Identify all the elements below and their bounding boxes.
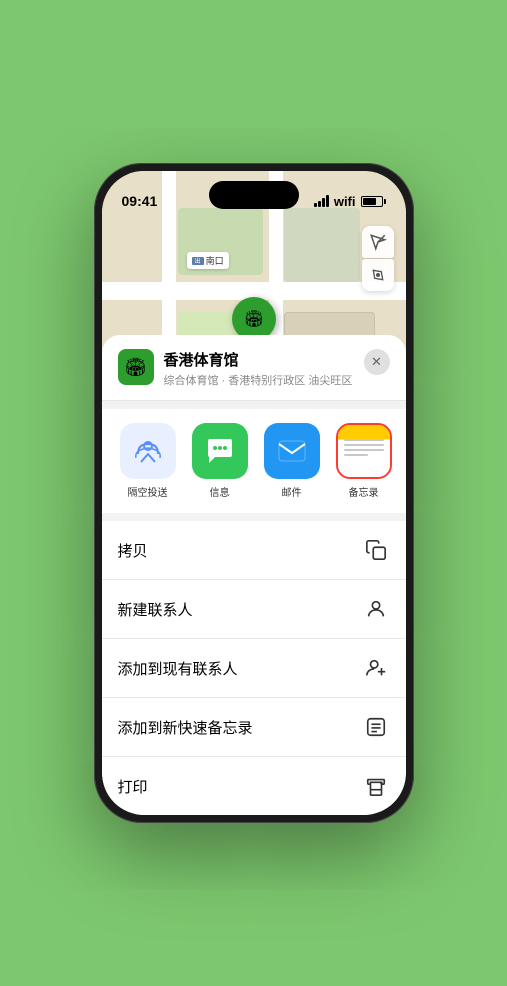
action-quick-note[interactable]: 添加到新快速备忘录 bbox=[102, 698, 406, 757]
add-existing-contact-icon bbox=[362, 654, 390, 682]
venue-info: 香港体育馆 综合体育馆 · 香港特别行政区 油尖旺区 bbox=[164, 349, 354, 388]
close-button[interactable]: ✕ bbox=[364, 349, 390, 375]
messages-label: 信息 bbox=[210, 484, 230, 499]
venue-name: 香港体育馆 bbox=[164, 349, 354, 370]
notes-icon-wrap bbox=[336, 423, 392, 479]
notes-line bbox=[344, 444, 384, 446]
signal-icon bbox=[314, 195, 329, 207]
notes-line bbox=[344, 454, 368, 456]
action-print-text: 打印 bbox=[118, 776, 148, 797]
map-entrance-label: 出 南口 bbox=[187, 252, 229, 269]
print-icon bbox=[362, 772, 390, 800]
venue-subtitle: 综合体育馆 · 香港特别行政区 油尖旺区 bbox=[164, 372, 354, 388]
battery-icon bbox=[361, 196, 386, 207]
action-print[interactable]: 打印 bbox=[102, 757, 406, 815]
notes-line bbox=[344, 439, 384, 441]
status-icons: wifi bbox=[314, 194, 386, 209]
mail-icon-wrap bbox=[264, 423, 320, 479]
map-type-button[interactable] bbox=[362, 226, 394, 258]
phone-screen: 09:41 wifi bbox=[102, 171, 406, 815]
action-new-contact-text: 新建联系人 bbox=[118, 599, 193, 620]
wifi-icon: wifi bbox=[334, 194, 356, 209]
phone-frame: 09:41 wifi bbox=[94, 163, 414, 823]
share-airdrop[interactable]: 隔空投送 bbox=[118, 423, 178, 499]
action-new-contact[interactable]: 新建联系人 bbox=[102, 580, 406, 639]
share-mail[interactable]: 邮件 bbox=[262, 423, 322, 499]
dynamic-island bbox=[209, 181, 299, 209]
action-copy-text: 拷贝 bbox=[118, 540, 148, 561]
notes-inner bbox=[338, 425, 390, 477]
location-button[interactable] bbox=[362, 259, 394, 291]
action-quick-note-text: 添加到新快速备忘录 bbox=[118, 717, 253, 738]
map-block bbox=[284, 208, 360, 282]
share-row: 隔空投送 信息 bbox=[102, 409, 406, 513]
notes-line bbox=[344, 449, 384, 451]
share-notes[interactable]: 备忘录 bbox=[334, 423, 394, 499]
airdrop-icon-wrap bbox=[120, 423, 176, 479]
copy-icon bbox=[362, 536, 390, 564]
venue-icon: 🏟 bbox=[118, 349, 154, 385]
pin-venue-icon: 🏟 bbox=[243, 309, 263, 329]
airdrop-label: 隔空投送 bbox=[128, 484, 168, 499]
venue-card: 🏟 香港体育馆 综合体育馆 · 香港特别行政区 油尖旺区 ✕ bbox=[102, 335, 406, 401]
status-time: 09:41 bbox=[122, 193, 158, 209]
messages-icon-wrap bbox=[192, 423, 248, 479]
notes-label: 备忘录 bbox=[349, 484, 379, 499]
action-add-existing-contact[interactable]: 添加到现有联系人 bbox=[102, 639, 406, 698]
bottom-sheet: 🏟 香港体育馆 综合体育馆 · 香港特别行政区 油尖旺区 ✕ bbox=[102, 335, 406, 815]
action-copy[interactable]: 拷贝 bbox=[102, 521, 406, 580]
entrance-icon: 出 bbox=[192, 257, 204, 265]
quick-note-icon bbox=[362, 713, 390, 741]
map-controls bbox=[362, 226, 394, 291]
share-messages[interactable]: 信息 bbox=[190, 423, 250, 499]
new-contact-icon bbox=[362, 595, 390, 623]
pin-inner: 🏟 bbox=[240, 305, 268, 333]
action-add-existing-text: 添加到现有联系人 bbox=[118, 658, 238, 679]
mail-label: 邮件 bbox=[282, 484, 302, 499]
action-list: 拷贝 新建联系人 bbox=[102, 521, 406, 815]
